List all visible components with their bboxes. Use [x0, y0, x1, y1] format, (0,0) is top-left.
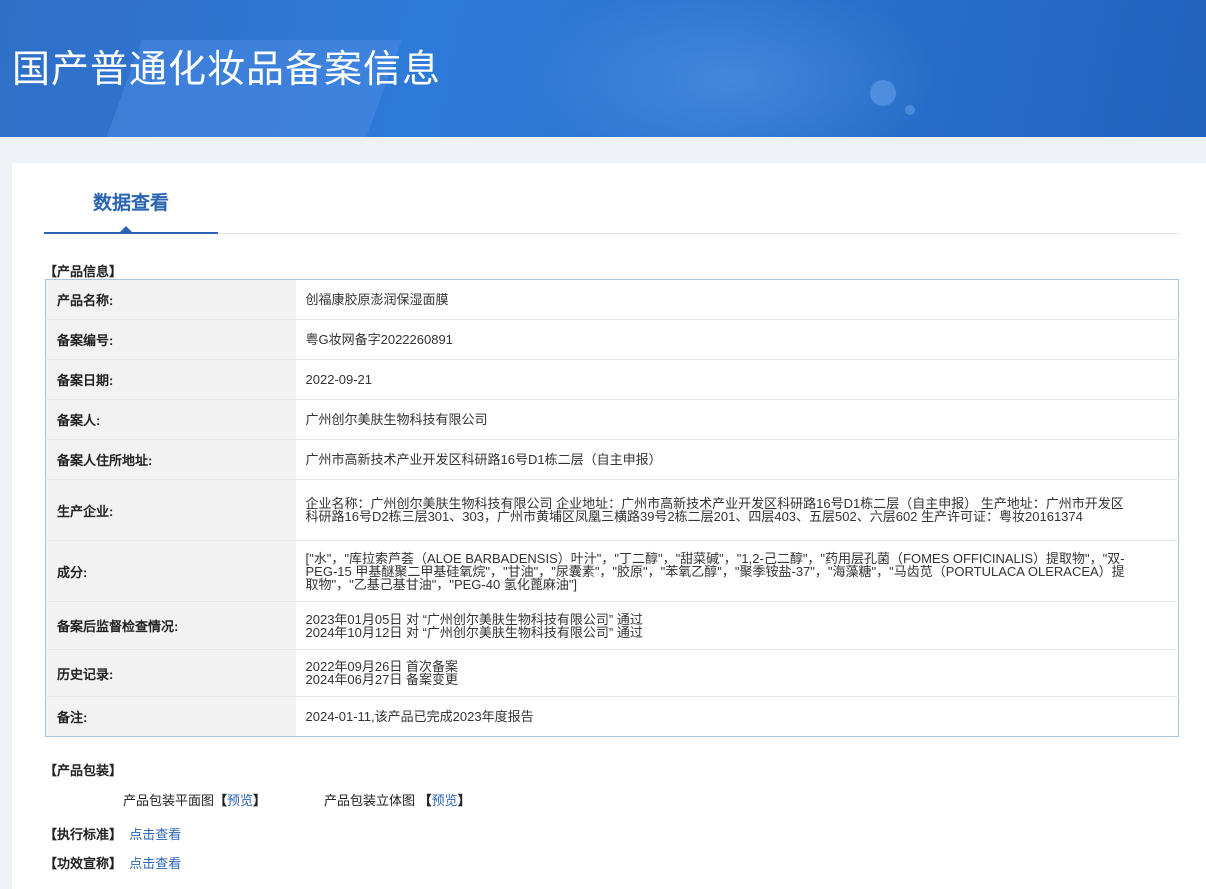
efficacy-view-link[interactable]: 点击查看: [129, 856, 181, 871]
bracket: 】: [253, 793, 267, 808]
packaging-3d-label: 产品包装立体图: [324, 793, 416, 808]
standard-title: 【执行标准】: [44, 827, 123, 842]
table-row: 备案后监督检查情况: 2023年01月05日 对 “广州创尔美肤生物科技有限公司…: [45, 601, 1179, 650]
header-banner: 国产普通化妆品备案信息: [0, 0, 1206, 137]
row-value: 广州市高新技术产业开发区科研路16号D1栋二层（自主申报）: [295, 439, 1179, 480]
table-row: 备案人住所地址: 广州市高新技术产业开发区科研路16号D1栋二层（自主申报）: [45, 439, 1179, 480]
tab-data-view[interactable]: 数据查看: [44, 163, 218, 234]
table-row: 历史记录: 2022年09月26日 首次备案 2024年06月27日 备案变更: [45, 649, 1179, 697]
history-line: 2024年06月27日 备案变更: [305, 672, 458, 687]
packaging-3d-preview-link[interactable]: 预览: [432, 793, 458, 808]
tab-caret-icon: [119, 226, 133, 233]
packaging-flat-label: 产品包装平面图: [123, 793, 215, 808]
row-label: 备案后监督检查情况:: [45, 601, 296, 650]
table-row: 生产企业: 企业名称：广州创尔美肤生物科技有限公司 企业地址：广州市高新技术产业…: [45, 479, 1179, 541]
row-value: 2024-01-11,该产品已完成2023年度报告: [305, 709, 534, 724]
row-value: 企业名称：广州创尔美肤生物科技有限公司 企业地址：广州市高新技术产业开发区科研路…: [295, 479, 1179, 541]
product-info-table: 产品名称: 创福康胶原澎润保湿面膜 备案编号: 粤G妆网备字2022260891…: [45, 279, 1179, 737]
row-label: 备案编号:: [45, 319, 296, 360]
row-value: 2022-09-21: [295, 359, 1179, 400]
row-value: 创福康胶原澎润保湿面膜: [295, 279, 1179, 320]
row-label: 备案日期:: [45, 359, 296, 400]
row-value: 广州创尔美肤生物科技有限公司: [295, 399, 1179, 440]
row-label: 产品名称:: [45, 279, 296, 320]
efficacy-title: 【功效宣称】: [44, 856, 123, 871]
inspection-line: 2024年10月12日 对 “广州创尔美肤生物科技有限公司” 通过: [305, 624, 643, 640]
standard-view-link[interactable]: 点击查看: [129, 827, 181, 842]
table-row: 产品名称: 创福康胶原澎润保湿面膜: [45, 279, 1179, 320]
row-label: 备案人:: [45, 399, 296, 440]
bracket: 【: [418, 793, 432, 808]
packaging-3d-item: 产品包装立体图 【预览】: [324, 790, 471, 809]
table-row: 备案日期: 2022-09-21: [45, 359, 1179, 400]
bracket: 】: [457, 793, 471, 808]
packaging-title: 【产品包装】: [44, 763, 123, 778]
main-panel: 数据查看 【产品信息】 产品名称: 创福康胶原澎润保湿面膜 备案编号: 粤G妆网…: [12, 163, 1206, 889]
banner-decoration: [905, 105, 915, 115]
row-value: 2023年01月05日 对 “广州创尔美肤生物科技有限公司” 通过 2024年1…: [295, 601, 1179, 650]
table-row: 成分: ["水"，"库拉索芦荟（ALOE BARBADENSIS）叶汁"，"丁二…: [45, 540, 1179, 602]
row-label: 成分:: [45, 540, 296, 602]
row-value: 2022年09月26日 首次备案 2024年06月27日 备案变更: [295, 649, 1179, 697]
standard-row: 【执行标准】 点击查看: [44, 824, 181, 843]
inspection-line: 2023年01月05日 对 “广州创尔美肤生物科技有限公司” 通过: [305, 611, 643, 627]
row-label: 生产企业:: [45, 479, 296, 541]
table-row: 备注: 2024-01-11,该产品已完成2023年度报告: [45, 696, 1179, 737]
banner-decoration: [870, 80, 896, 106]
packaging-flat-item: 产品包装平面图【预览】: [123, 790, 266, 809]
row-label: 备案人住所地址:: [45, 439, 296, 480]
bracket: 【: [214, 793, 228, 808]
banner-decoration: [520, 0, 940, 137]
tab-label: 数据查看: [92, 193, 169, 214]
row-value: ["水"，"库拉索芦荟（ALOE BARBADENSIS）叶汁"，"丁二醇"，"…: [295, 540, 1179, 602]
table-row: 备案人: 广州创尔美肤生物科技有限公司: [45, 399, 1179, 440]
product-info-title: 【产品信息】: [44, 264, 123, 279]
efficacy-row: 【功效宣称】 点击查看: [44, 853, 181, 872]
row-label: 备注:: [45, 696, 296, 737]
table-row: 备案编号: 粤G妆网备字2022260891: [45, 319, 1179, 360]
packaging-flat-preview-link[interactable]: 预览: [227, 793, 253, 808]
row-value: 粤G妆网备字2022260891: [295, 319, 1179, 360]
page-title: 国产普通化妆品备案信息: [12, 49, 442, 91]
tab-bar: 数据查看: [44, 163, 1179, 234]
row-label: 历史记录:: [45, 649, 296, 697]
